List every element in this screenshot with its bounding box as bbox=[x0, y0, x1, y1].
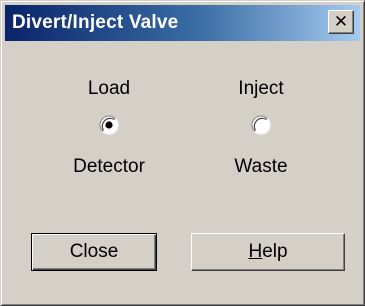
radio-inject[interactable] bbox=[251, 115, 271, 135]
title-bar[interactable]: Divert/Inject Valve ✕ bbox=[5, 5, 360, 41]
help-button[interactable]: Help bbox=[191, 233, 345, 271]
waste-label: Waste bbox=[234, 156, 288, 177]
radio-unselected-icon bbox=[251, 115, 271, 135]
inject-label: Inject bbox=[238, 78, 284, 99]
help-button-label: Help bbox=[248, 241, 287, 263]
close-button-label: Close bbox=[69, 241, 119, 262]
detector-label: Detector bbox=[73, 156, 145, 177]
help-mnemonic: H bbox=[248, 241, 263, 262]
close-button[interactable]: Close bbox=[31, 233, 157, 271]
close-glyph: ✕ bbox=[333, 11, 349, 32]
help-rest: elp bbox=[262, 241, 288, 262]
dialog-window: Divert/Inject Valve ✕ Load Detector Inje… bbox=[0, 0, 365, 306]
load-label: Load bbox=[87, 78, 131, 99]
radio-selected-icon bbox=[99, 115, 119, 135]
window-title: Divert/Inject Valve bbox=[12, 12, 179, 33]
close-icon[interactable]: ✕ bbox=[328, 10, 354, 34]
radio-load[interactable] bbox=[99, 115, 119, 135]
